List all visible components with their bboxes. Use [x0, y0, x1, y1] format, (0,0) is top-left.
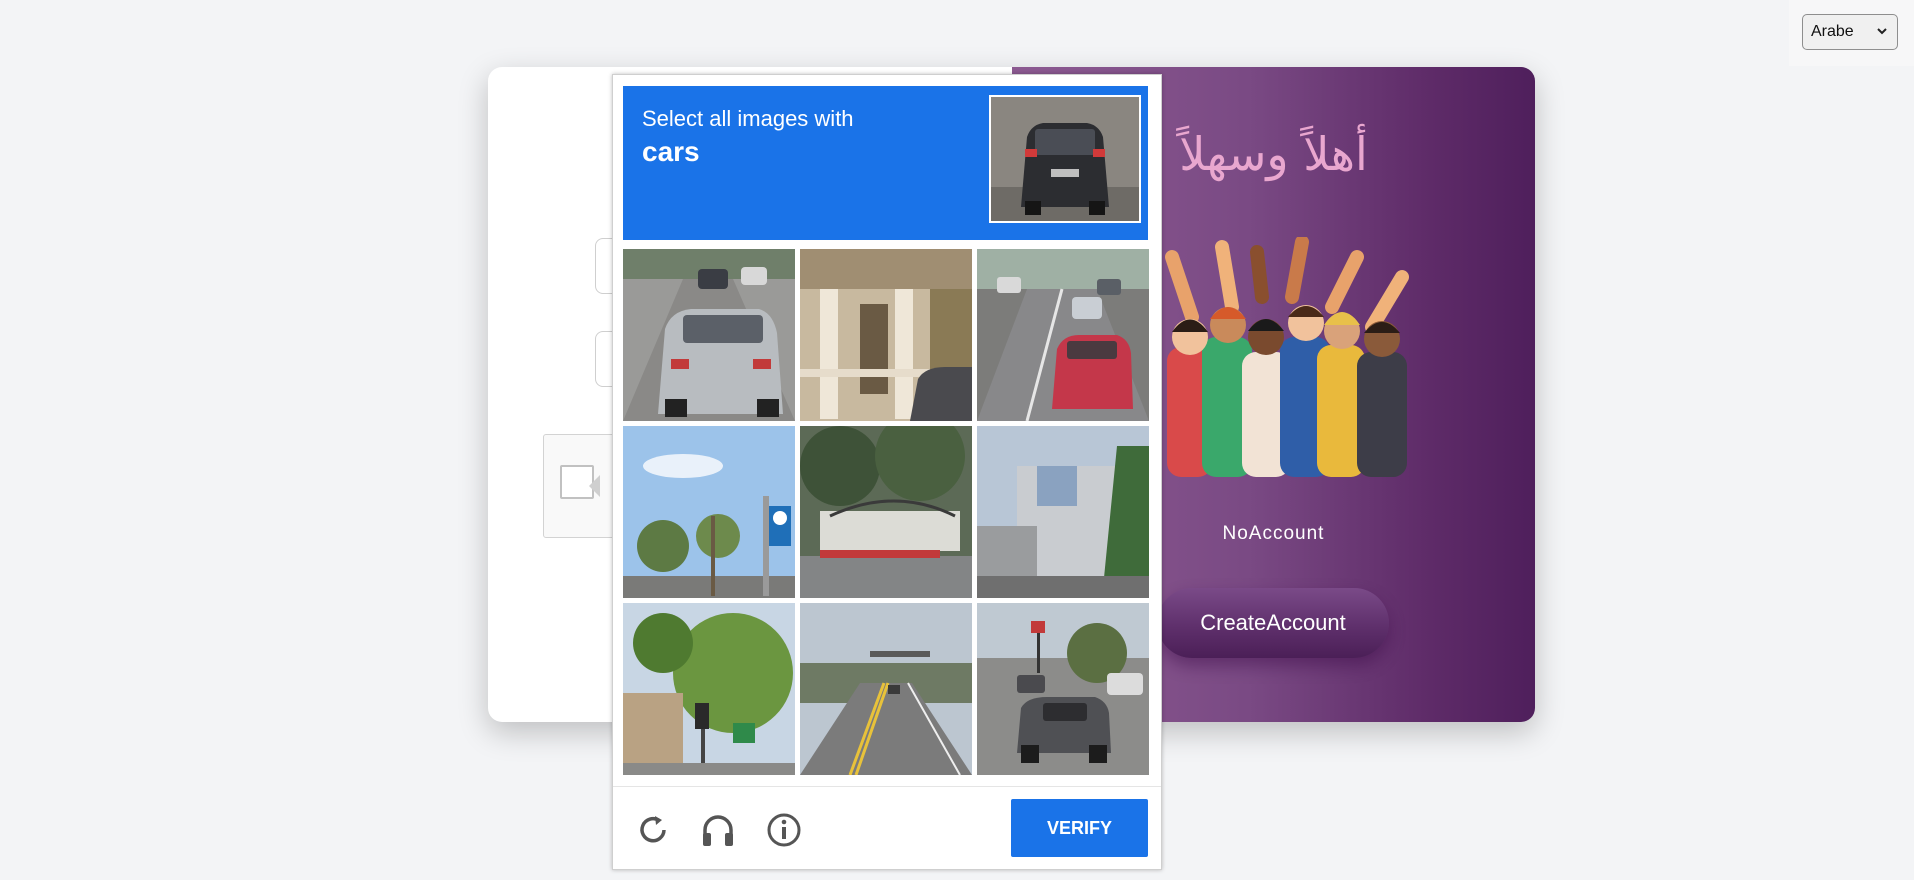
info-icon[interactable] — [766, 812, 802, 848]
captcha-instruction: Select all images with — [642, 106, 854, 131]
recaptcha-pointer-arrow — [589, 475, 600, 497]
language-select-value: Arabe — [1811, 23, 1854, 40]
captcha-target-word: cars — [642, 136, 700, 167]
language-select[interactable]: Arabe — [1802, 14, 1898, 50]
captcha-tile-4[interactable] — [623, 426, 795, 598]
captcha-tile-7[interactable] — [623, 603, 795, 775]
verify-button[interactable]: VERIFY — [1011, 799, 1148, 857]
language-bar: Arabe — [1789, 0, 1914, 66]
captcha-footer: VERIFY — [613, 786, 1161, 870]
captcha-tile-6[interactable] — [977, 426, 1149, 598]
chevron-down-icon — [1877, 28, 1887, 35]
captcha-header: Select all images with cars — [623, 86, 1148, 240]
crowd-illustration — [1165, 237, 1409, 477]
captcha-tile-5[interactable] — [800, 426, 972, 598]
captcha-tile-3[interactable] — [977, 249, 1149, 421]
headphones-icon[interactable] — [700, 812, 736, 848]
captcha-sample-image — [989, 95, 1141, 223]
create-account-button[interactable]: CreateAccount — [1157, 588, 1389, 658]
refresh-icon[interactable] — [635, 812, 671, 848]
captcha-tile-2[interactable] — [800, 249, 972, 421]
captcha-tile-8[interactable] — [800, 603, 972, 775]
captcha-challenge: Select all images with cars VERIFY — [612, 74, 1162, 870]
captcha-tile-1[interactable] — [623, 249, 795, 421]
page: Arabe أهلاً وسهلاً NoAccount CreateAccou… — [0, 0, 1914, 880]
captcha-grid — [623, 249, 1151, 779]
captcha-tile-9[interactable] — [977, 603, 1149, 775]
